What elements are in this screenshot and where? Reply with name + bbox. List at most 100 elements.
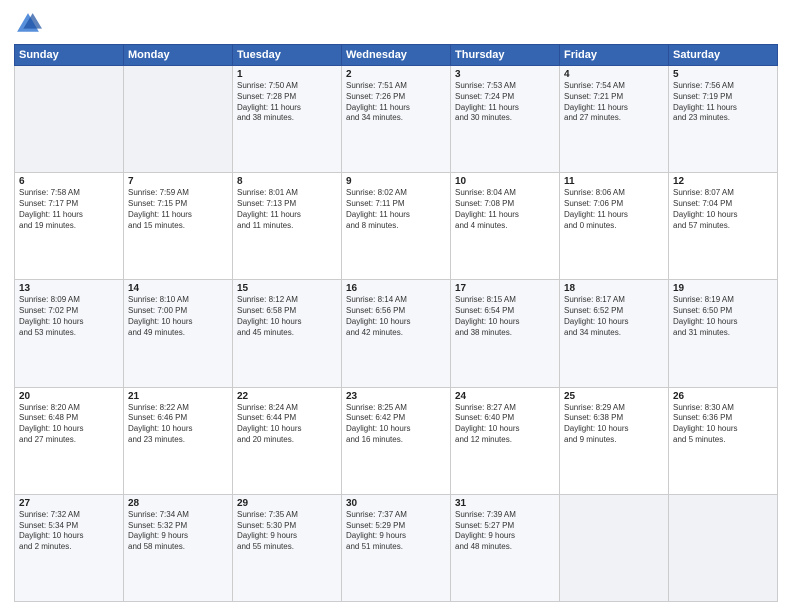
day-number: 10 (455, 176, 555, 187)
page: SundayMondayTuesdayWednesdayThursdayFrid… (0, 0, 792, 612)
day-header-tuesday: Tuesday (233, 45, 342, 66)
day-cell: 4Sunrise: 7:54 AM Sunset: 7:21 PM Daylig… (560, 66, 669, 173)
day-header-monday: Monday (124, 45, 233, 66)
day-header-sunday: Sunday (15, 45, 124, 66)
day-cell: 8Sunrise: 8:01 AM Sunset: 7:13 PM Daylig… (233, 173, 342, 280)
day-number: 26 (673, 391, 773, 402)
day-detail: Sunrise: 8:17 AM Sunset: 6:52 PM Dayligh… (564, 295, 664, 338)
day-number: 19 (673, 283, 773, 294)
week-row-5: 27Sunrise: 7:32 AM Sunset: 5:34 PM Dayli… (15, 494, 778, 601)
day-cell: 12Sunrise: 8:07 AM Sunset: 7:04 PM Dayli… (669, 173, 778, 280)
day-cell: 24Sunrise: 8:27 AM Sunset: 6:40 PM Dayli… (451, 387, 560, 494)
day-detail: Sunrise: 7:59 AM Sunset: 7:15 PM Dayligh… (128, 188, 228, 231)
day-number: 29 (237, 498, 337, 509)
day-number: 7 (128, 176, 228, 187)
day-cell: 19Sunrise: 8:19 AM Sunset: 6:50 PM Dayli… (669, 280, 778, 387)
day-detail: Sunrise: 7:37 AM Sunset: 5:29 PM Dayligh… (346, 510, 446, 553)
day-number: 11 (564, 176, 664, 187)
day-detail: Sunrise: 8:25 AM Sunset: 6:42 PM Dayligh… (346, 403, 446, 446)
day-detail: Sunrise: 8:09 AM Sunset: 7:02 PM Dayligh… (19, 295, 119, 338)
day-cell: 26Sunrise: 8:30 AM Sunset: 6:36 PM Dayli… (669, 387, 778, 494)
day-header-friday: Friday (560, 45, 669, 66)
day-detail: Sunrise: 7:34 AM Sunset: 5:32 PM Dayligh… (128, 510, 228, 553)
day-cell (669, 494, 778, 601)
day-detail: Sunrise: 8:27 AM Sunset: 6:40 PM Dayligh… (455, 403, 555, 446)
day-number: 8 (237, 176, 337, 187)
day-cell (15, 66, 124, 173)
day-number: 27 (19, 498, 119, 509)
day-detail: Sunrise: 7:53 AM Sunset: 7:24 PM Dayligh… (455, 81, 555, 124)
day-cell: 10Sunrise: 8:04 AM Sunset: 7:08 PM Dayli… (451, 173, 560, 280)
day-number: 12 (673, 176, 773, 187)
day-cell: 31Sunrise: 7:39 AM Sunset: 5:27 PM Dayli… (451, 494, 560, 601)
day-cell: 23Sunrise: 8:25 AM Sunset: 6:42 PM Dayli… (342, 387, 451, 494)
day-number: 21 (128, 391, 228, 402)
day-number: 2 (346, 69, 446, 80)
day-cell: 20Sunrise: 8:20 AM Sunset: 6:48 PM Dayli… (15, 387, 124, 494)
day-number: 16 (346, 283, 446, 294)
day-detail: Sunrise: 8:06 AM Sunset: 7:06 PM Dayligh… (564, 188, 664, 231)
day-detail: Sunrise: 7:39 AM Sunset: 5:27 PM Dayligh… (455, 510, 555, 553)
day-detail: Sunrise: 8:07 AM Sunset: 7:04 PM Dayligh… (673, 188, 773, 231)
day-header-row: SundayMondayTuesdayWednesdayThursdayFrid… (15, 45, 778, 66)
week-row-2: 6Sunrise: 7:58 AM Sunset: 7:17 PM Daylig… (15, 173, 778, 280)
day-detail: Sunrise: 8:04 AM Sunset: 7:08 PM Dayligh… (455, 188, 555, 231)
day-detail: Sunrise: 7:54 AM Sunset: 7:21 PM Dayligh… (564, 81, 664, 124)
day-cell: 5Sunrise: 7:56 AM Sunset: 7:19 PM Daylig… (669, 66, 778, 173)
day-detail: Sunrise: 8:22 AM Sunset: 6:46 PM Dayligh… (128, 403, 228, 446)
day-number: 1 (237, 69, 337, 80)
day-cell: 30Sunrise: 7:37 AM Sunset: 5:29 PM Dayli… (342, 494, 451, 601)
calendar-table: SundayMondayTuesdayWednesdayThursdayFrid… (14, 44, 778, 602)
day-number: 24 (455, 391, 555, 402)
day-cell: 29Sunrise: 7:35 AM Sunset: 5:30 PM Dayli… (233, 494, 342, 601)
day-cell (560, 494, 669, 601)
day-number: 20 (19, 391, 119, 402)
day-header-saturday: Saturday (669, 45, 778, 66)
day-cell: 22Sunrise: 8:24 AM Sunset: 6:44 PM Dayli… (233, 387, 342, 494)
day-cell: 6Sunrise: 7:58 AM Sunset: 7:17 PM Daylig… (15, 173, 124, 280)
week-row-1: 1Sunrise: 7:50 AM Sunset: 7:28 PM Daylig… (15, 66, 778, 173)
day-number: 28 (128, 498, 228, 509)
day-cell: 13Sunrise: 8:09 AM Sunset: 7:02 PM Dayli… (15, 280, 124, 387)
day-cell: 18Sunrise: 8:17 AM Sunset: 6:52 PM Dayli… (560, 280, 669, 387)
day-number: 3 (455, 69, 555, 80)
day-detail: Sunrise: 8:29 AM Sunset: 6:38 PM Dayligh… (564, 403, 664, 446)
day-detail: Sunrise: 8:30 AM Sunset: 6:36 PM Dayligh… (673, 403, 773, 446)
day-detail: Sunrise: 7:50 AM Sunset: 7:28 PM Dayligh… (237, 81, 337, 124)
day-detail: Sunrise: 8:14 AM Sunset: 6:56 PM Dayligh… (346, 295, 446, 338)
day-cell: 25Sunrise: 8:29 AM Sunset: 6:38 PM Dayli… (560, 387, 669, 494)
day-cell: 2Sunrise: 7:51 AM Sunset: 7:26 PM Daylig… (342, 66, 451, 173)
day-number: 18 (564, 283, 664, 294)
day-number: 6 (19, 176, 119, 187)
day-cell: 21Sunrise: 8:22 AM Sunset: 6:46 PM Dayli… (124, 387, 233, 494)
day-cell: 3Sunrise: 7:53 AM Sunset: 7:24 PM Daylig… (451, 66, 560, 173)
day-number: 30 (346, 498, 446, 509)
week-row-3: 13Sunrise: 8:09 AM Sunset: 7:02 PM Dayli… (15, 280, 778, 387)
day-cell: 14Sunrise: 8:10 AM Sunset: 7:00 PM Dayli… (124, 280, 233, 387)
logo (14, 10, 46, 38)
day-number: 14 (128, 283, 228, 294)
header (14, 10, 778, 38)
day-detail: Sunrise: 7:51 AM Sunset: 7:26 PM Dayligh… (346, 81, 446, 124)
day-detail: Sunrise: 7:32 AM Sunset: 5:34 PM Dayligh… (19, 510, 119, 553)
day-number: 25 (564, 391, 664, 402)
day-number: 13 (19, 283, 119, 294)
day-detail: Sunrise: 8:01 AM Sunset: 7:13 PM Dayligh… (237, 188, 337, 231)
day-number: 31 (455, 498, 555, 509)
day-number: 5 (673, 69, 773, 80)
day-number: 17 (455, 283, 555, 294)
day-number: 22 (237, 391, 337, 402)
logo-icon (14, 10, 42, 38)
day-cell: 1Sunrise: 7:50 AM Sunset: 7:28 PM Daylig… (233, 66, 342, 173)
day-detail: Sunrise: 7:35 AM Sunset: 5:30 PM Dayligh… (237, 510, 337, 553)
day-detail: Sunrise: 8:19 AM Sunset: 6:50 PM Dayligh… (673, 295, 773, 338)
day-cell: 16Sunrise: 8:14 AM Sunset: 6:56 PM Dayli… (342, 280, 451, 387)
day-header-thursday: Thursday (451, 45, 560, 66)
day-cell: 28Sunrise: 7:34 AM Sunset: 5:32 PM Dayli… (124, 494, 233, 601)
day-detail: Sunrise: 8:02 AM Sunset: 7:11 PM Dayligh… (346, 188, 446, 231)
day-cell: 27Sunrise: 7:32 AM Sunset: 5:34 PM Dayli… (15, 494, 124, 601)
day-header-wednesday: Wednesday (342, 45, 451, 66)
day-detail: Sunrise: 7:58 AM Sunset: 7:17 PM Dayligh… (19, 188, 119, 231)
day-cell: 11Sunrise: 8:06 AM Sunset: 7:06 PM Dayli… (560, 173, 669, 280)
day-detail: Sunrise: 8:10 AM Sunset: 7:00 PM Dayligh… (128, 295, 228, 338)
